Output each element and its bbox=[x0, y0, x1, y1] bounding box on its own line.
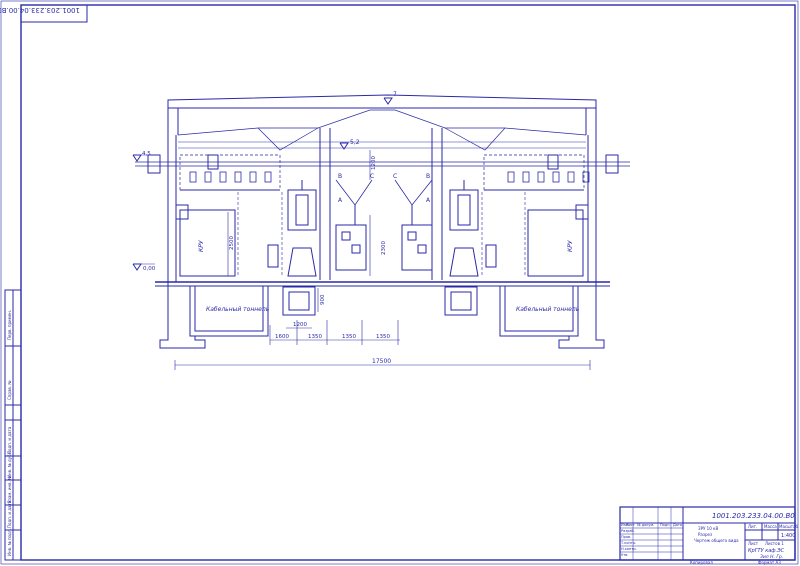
title-name-3: Чертеж общего вида bbox=[694, 538, 739, 543]
title-name-1: ЗРУ 10 кВ bbox=[698, 526, 718, 531]
dim-1600: 1600 bbox=[275, 334, 289, 340]
kru-cabinet-right bbox=[527, 209, 584, 277]
kru-cabinet-left bbox=[179, 209, 236, 277]
dim-900-vertical: 900 bbox=[320, 294, 326, 305]
col-scale: Масштаб bbox=[779, 524, 799, 529]
phase-c-left: С bbox=[370, 173, 374, 180]
reactor-left bbox=[267, 180, 317, 277]
dim-1350-c: 1350 bbox=[376, 334, 390, 340]
top-code-rotated: 1001.203.233.04.00.В0 bbox=[0, 6, 80, 14]
title-name-2: Разрез bbox=[698, 532, 712, 537]
row-doc: № докум. bbox=[637, 523, 654, 527]
kru-label-left: КРУ bbox=[198, 240, 205, 252]
roof bbox=[167, 94, 597, 109]
margin-label-2: Справ. № bbox=[7, 381, 12, 400]
margin-label-7: Инв. № подл. bbox=[7, 528, 12, 556]
role-3: Т.контр. bbox=[620, 541, 636, 545]
dim-2500-vertical: 2500 bbox=[229, 236, 235, 250]
margin-label-5: Взам. инв. № bbox=[7, 476, 12, 503]
dim-total: 17500 bbox=[372, 358, 391, 365]
drawing-sheet: 1001.203.233.04.00.В0 7 5,2 4,5 0,00 КРУ… bbox=[0, 0, 799, 565]
title-scale: 1:400 bbox=[781, 533, 795, 539]
elev-mark-top bbox=[383, 97, 393, 105]
row-date: Дата bbox=[673, 523, 682, 527]
dim-1350-b: 1350 bbox=[342, 334, 356, 340]
col-lit: Лит. bbox=[748, 524, 757, 529]
dim-1200-vertical: 1200 bbox=[371, 156, 377, 170]
col-mass: Масса bbox=[764, 524, 777, 529]
reactor-right bbox=[449, 180, 497, 277]
title-code: 1001.203.233.04.00.В0 bbox=[712, 512, 795, 520]
elev-mid-label: 5,2 bbox=[350, 139, 360, 146]
phase-c-right: С bbox=[393, 173, 397, 180]
row-list: Лист bbox=[626, 523, 635, 527]
title-copied: Копировал bbox=[690, 560, 713, 565]
role-2: Пров. bbox=[621, 535, 631, 539]
title-sheet: Лист bbox=[748, 541, 759, 546]
tunnel-label-right: Кабельный тоннель bbox=[516, 306, 580, 313]
dim-1200-horizontal: 1200 bbox=[293, 322, 307, 328]
phase-b-left: В bbox=[338, 173, 342, 180]
title-format: Формат А3 bbox=[758, 560, 781, 565]
tunnel-label-left: Кабельный тоннель bbox=[206, 306, 270, 313]
phase-a-right: А bbox=[426, 197, 431, 204]
margin-label-4: Инв. № дубл. bbox=[7, 451, 12, 478]
margin-label-3: Подп. и дата bbox=[7, 426, 12, 454]
title-org-1: КрГТУ каф.ЭС bbox=[748, 548, 785, 554]
role-5: Утв. bbox=[621, 553, 628, 557]
phase-a-left: А bbox=[338, 197, 343, 204]
title-sheets: Листов 1 bbox=[765, 541, 784, 546]
dim-1350-a: 1350 bbox=[308, 334, 322, 340]
elev-zero-label: 0,00 bbox=[143, 266, 156, 272]
margin-label-1: Перв. примен. bbox=[7, 310, 12, 340]
phase-b-right: В bbox=[426, 173, 430, 180]
margin-label-6: Подп. и дата bbox=[7, 500, 12, 528]
elev-top-label: 7 bbox=[393, 91, 397, 98]
kru-label-right: КРУ bbox=[567, 240, 574, 252]
elev-left-label: 4,5 bbox=[142, 151, 151, 157]
role-4: Н.контр. bbox=[621, 547, 637, 551]
dim-2300-vertical: 2300 bbox=[381, 241, 387, 255]
role-1: Разраб. bbox=[621, 529, 635, 533]
row-sign: Подп. bbox=[660, 523, 671, 527]
